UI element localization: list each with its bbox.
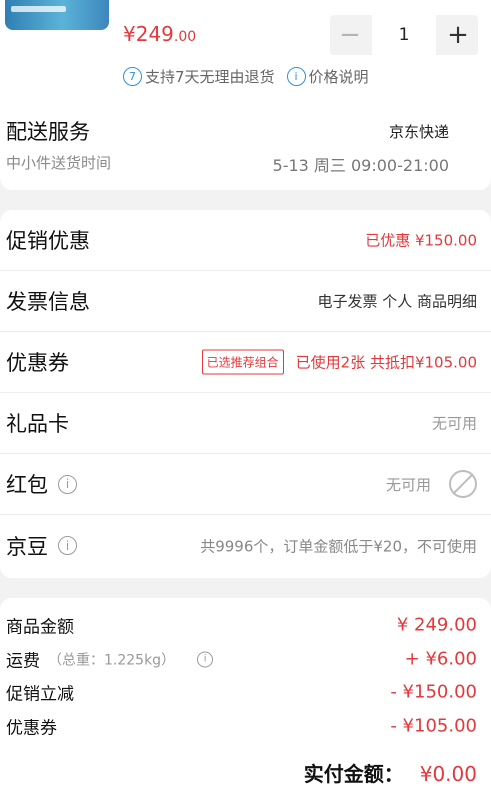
- quantity-stepper: − 1 +: [330, 15, 478, 55]
- row-gift-card[interactable]: 礼品卡 无可用: [0, 393, 491, 454]
- goods-amount-label: 商品金额: [6, 617, 74, 638]
- summary-promotion-discount: 促销立减 - ¥150.00: [0, 677, 491, 707]
- coupon-summary-label: 优惠券: [6, 718, 57, 739]
- delivery-time[interactable]: 5-13 周三 09:00-21:00: [273, 152, 449, 176]
- shipping-subtitle: 中小件送货时间: [6, 154, 112, 172]
- product-price: ¥249.00: [123, 22, 196, 46]
- red-packet-value: 无可用: [385, 475, 431, 494]
- red-packet-info-icon[interactable]: i: [58, 474, 77, 494]
- jingdou-label-group: 京豆 i: [6, 531, 77, 561]
- quantity-input[interactable]: 1: [372, 15, 436, 55]
- jingdou-label: 京豆: [6, 534, 48, 559]
- red-packet-label-group: 红包 i: [6, 469, 77, 499]
- shipping-title: 配送服务: [6, 120, 90, 144]
- jingdou-info-icon[interactable]: i: [58, 536, 77, 555]
- promotion-value: 已优惠 ¥150.00: [365, 231, 477, 250]
- promotion-discount-value: - ¥150.00: [390, 681, 477, 703]
- price-main: ¥249: [123, 22, 174, 46]
- coupon-label: 优惠券: [6, 351, 69, 375]
- red-packet-value-group: 无可用: [386, 470, 477, 498]
- freight-label: 运费: [6, 651, 40, 672]
- unavailable-icon: [449, 470, 477, 498]
- total-value: ¥0.00: [419, 762, 477, 786]
- freight-label-group: 运费 （总重：1.225kg） i: [6, 647, 214, 672]
- shipping-carrier[interactable]: 京东快递: [389, 121, 449, 142]
- freight-info-icon[interactable]: i: [197, 651, 214, 667]
- product-card: ¥249.00 − 1 + 7 支持7天无理由退货 i 价格说明 配送服务 京东…: [0, 0, 491, 190]
- coupon-summary-value: - ¥105.00: [390, 715, 477, 737]
- order-options-card: 促销优惠 已优惠 ¥150.00 发票信息 电子发票 个人 商品明细 优惠券 已…: [0, 210, 491, 578]
- service-promises: 7 支持7天无理由退货 i 价格说明: [123, 64, 369, 88]
- price-decimal: .00: [173, 29, 197, 45]
- return-policy-text[interactable]: 支持7天无理由退货: [145, 66, 275, 87]
- summary-coupon: 优惠券 - ¥105.00: [0, 711, 491, 741]
- total-payable: 实付金额： ¥0.00: [304, 758, 477, 787]
- coupon-value-group: 已选推荐组合 已使用2张 共抵扣¥105.00: [201, 349, 477, 375]
- increase-button[interactable]: +: [438, 15, 478, 55]
- invoice-value: 电子发票 个人 商品明细: [317, 292, 477, 311]
- summary-goods-amount: 商品金额 ¥ 249.00: [0, 610, 491, 640]
- product-thumbnail[interactable]: [5, 0, 109, 30]
- freight-weight: （总重：1.225kg）: [48, 652, 176, 668]
- summary-freight: 运费 （总重：1.225kg） i + ¥6.00: [0, 644, 491, 674]
- gift-card-value: 无可用: [431, 414, 477, 433]
- row-invoice[interactable]: 发票信息 电子发票 个人 商品明细: [0, 271, 491, 332]
- seven-day-return-icon: 7: [123, 66, 142, 86]
- jingdou-value: 共9996个，订单金额低于¥20，不可使用: [200, 537, 477, 555]
- price-info-link[interactable]: 价格说明: [309, 66, 369, 87]
- row-coupon[interactable]: 优惠券 已选推荐组合 已使用2张 共抵扣¥105.00: [0, 332, 491, 393]
- freight-value: + ¥6.00: [404, 648, 477, 670]
- goods-amount-value: ¥ 249.00: [396, 614, 477, 636]
- row-promotion[interactable]: 促销优惠 已优惠 ¥150.00: [0, 210, 491, 271]
- total-label: 实付金额：: [303, 762, 404, 786]
- row-jingdou[interactable]: 京豆 i 共9996个，订单金额低于¥20，不可使用: [0, 515, 491, 576]
- coupon-value: 已使用2张 共抵扣¥105.00: [295, 353, 477, 372]
- promotion-discount-label: 促销立减: [6, 684, 74, 705]
- red-packet-label: 红包: [6, 473, 48, 497]
- promotion-label: 促销优惠: [6, 229, 90, 253]
- price-info-icon[interactable]: i: [286, 66, 306, 86]
- recommended-combo-badge: 已选推荐组合: [201, 349, 284, 375]
- invoice-label: 发票信息: [6, 290, 90, 314]
- decrease-button[interactable]: −: [330, 15, 370, 55]
- gift-card-label: 礼品卡: [6, 412, 69, 436]
- row-red-packet[interactable]: 红包 i 无可用: [0, 454, 491, 515]
